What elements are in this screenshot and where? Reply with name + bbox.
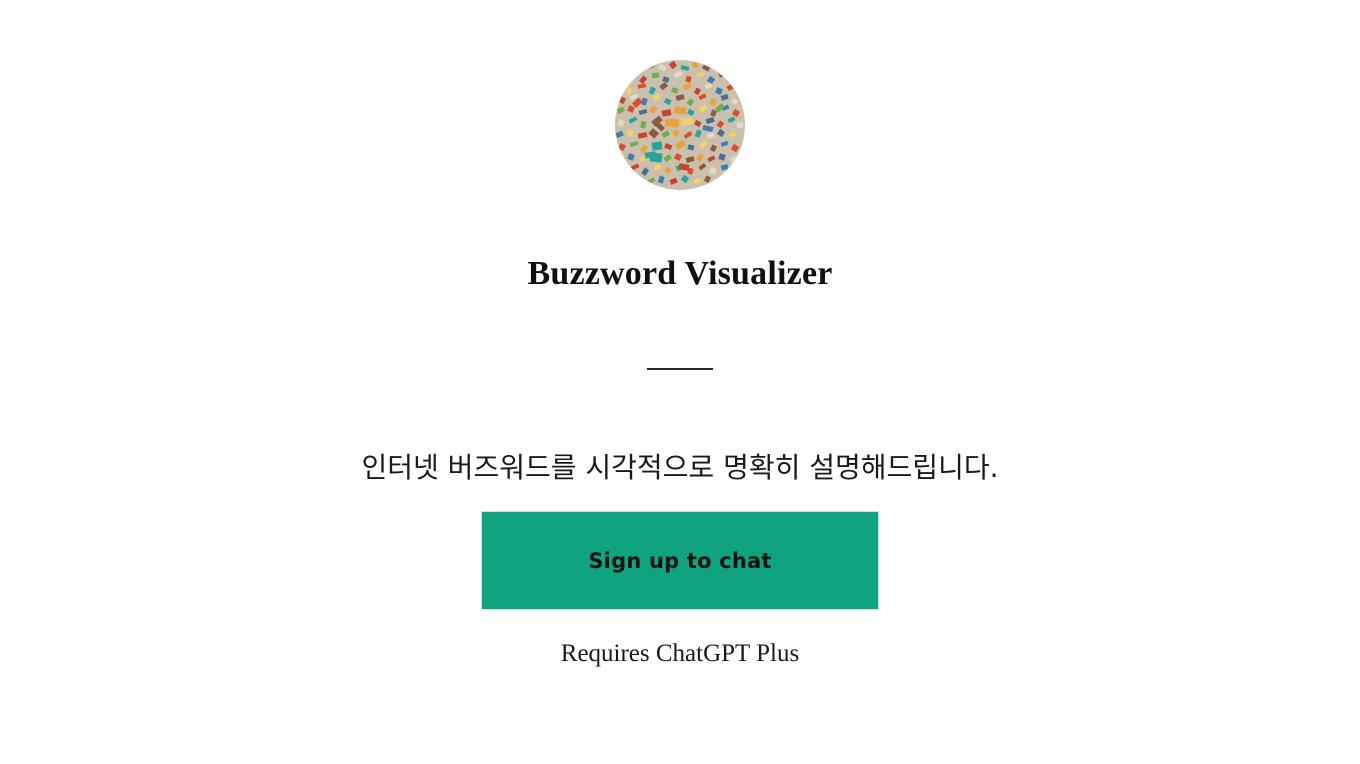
- avatar: [615, 60, 745, 190]
- gpt-landing-page: Buzzword Visualizer 인터넷 버즈워드를 시각적으로 명확히 …: [0, 0, 1360, 764]
- mosaic-confetti-avatar-icon: [615, 60, 745, 190]
- plus-requirement-note: Requires ChatGPT Plus: [560, 640, 800, 668]
- gpt-intro-card: Buzzword Visualizer 인터넷 버즈워드를 시각적으로 명확히 …: [0, 0, 1360, 668]
- sign-up-to-chat-button[interactable]: Sign up to chat: [481, 511, 879, 611]
- page-title: Buzzword Visualizer: [527, 255, 833, 292]
- section-divider: [647, 368, 713, 371]
- gpt-description: 인터넷 버즈워드를 시각적으로 명확히 설명해드립니다.: [361, 451, 999, 485]
